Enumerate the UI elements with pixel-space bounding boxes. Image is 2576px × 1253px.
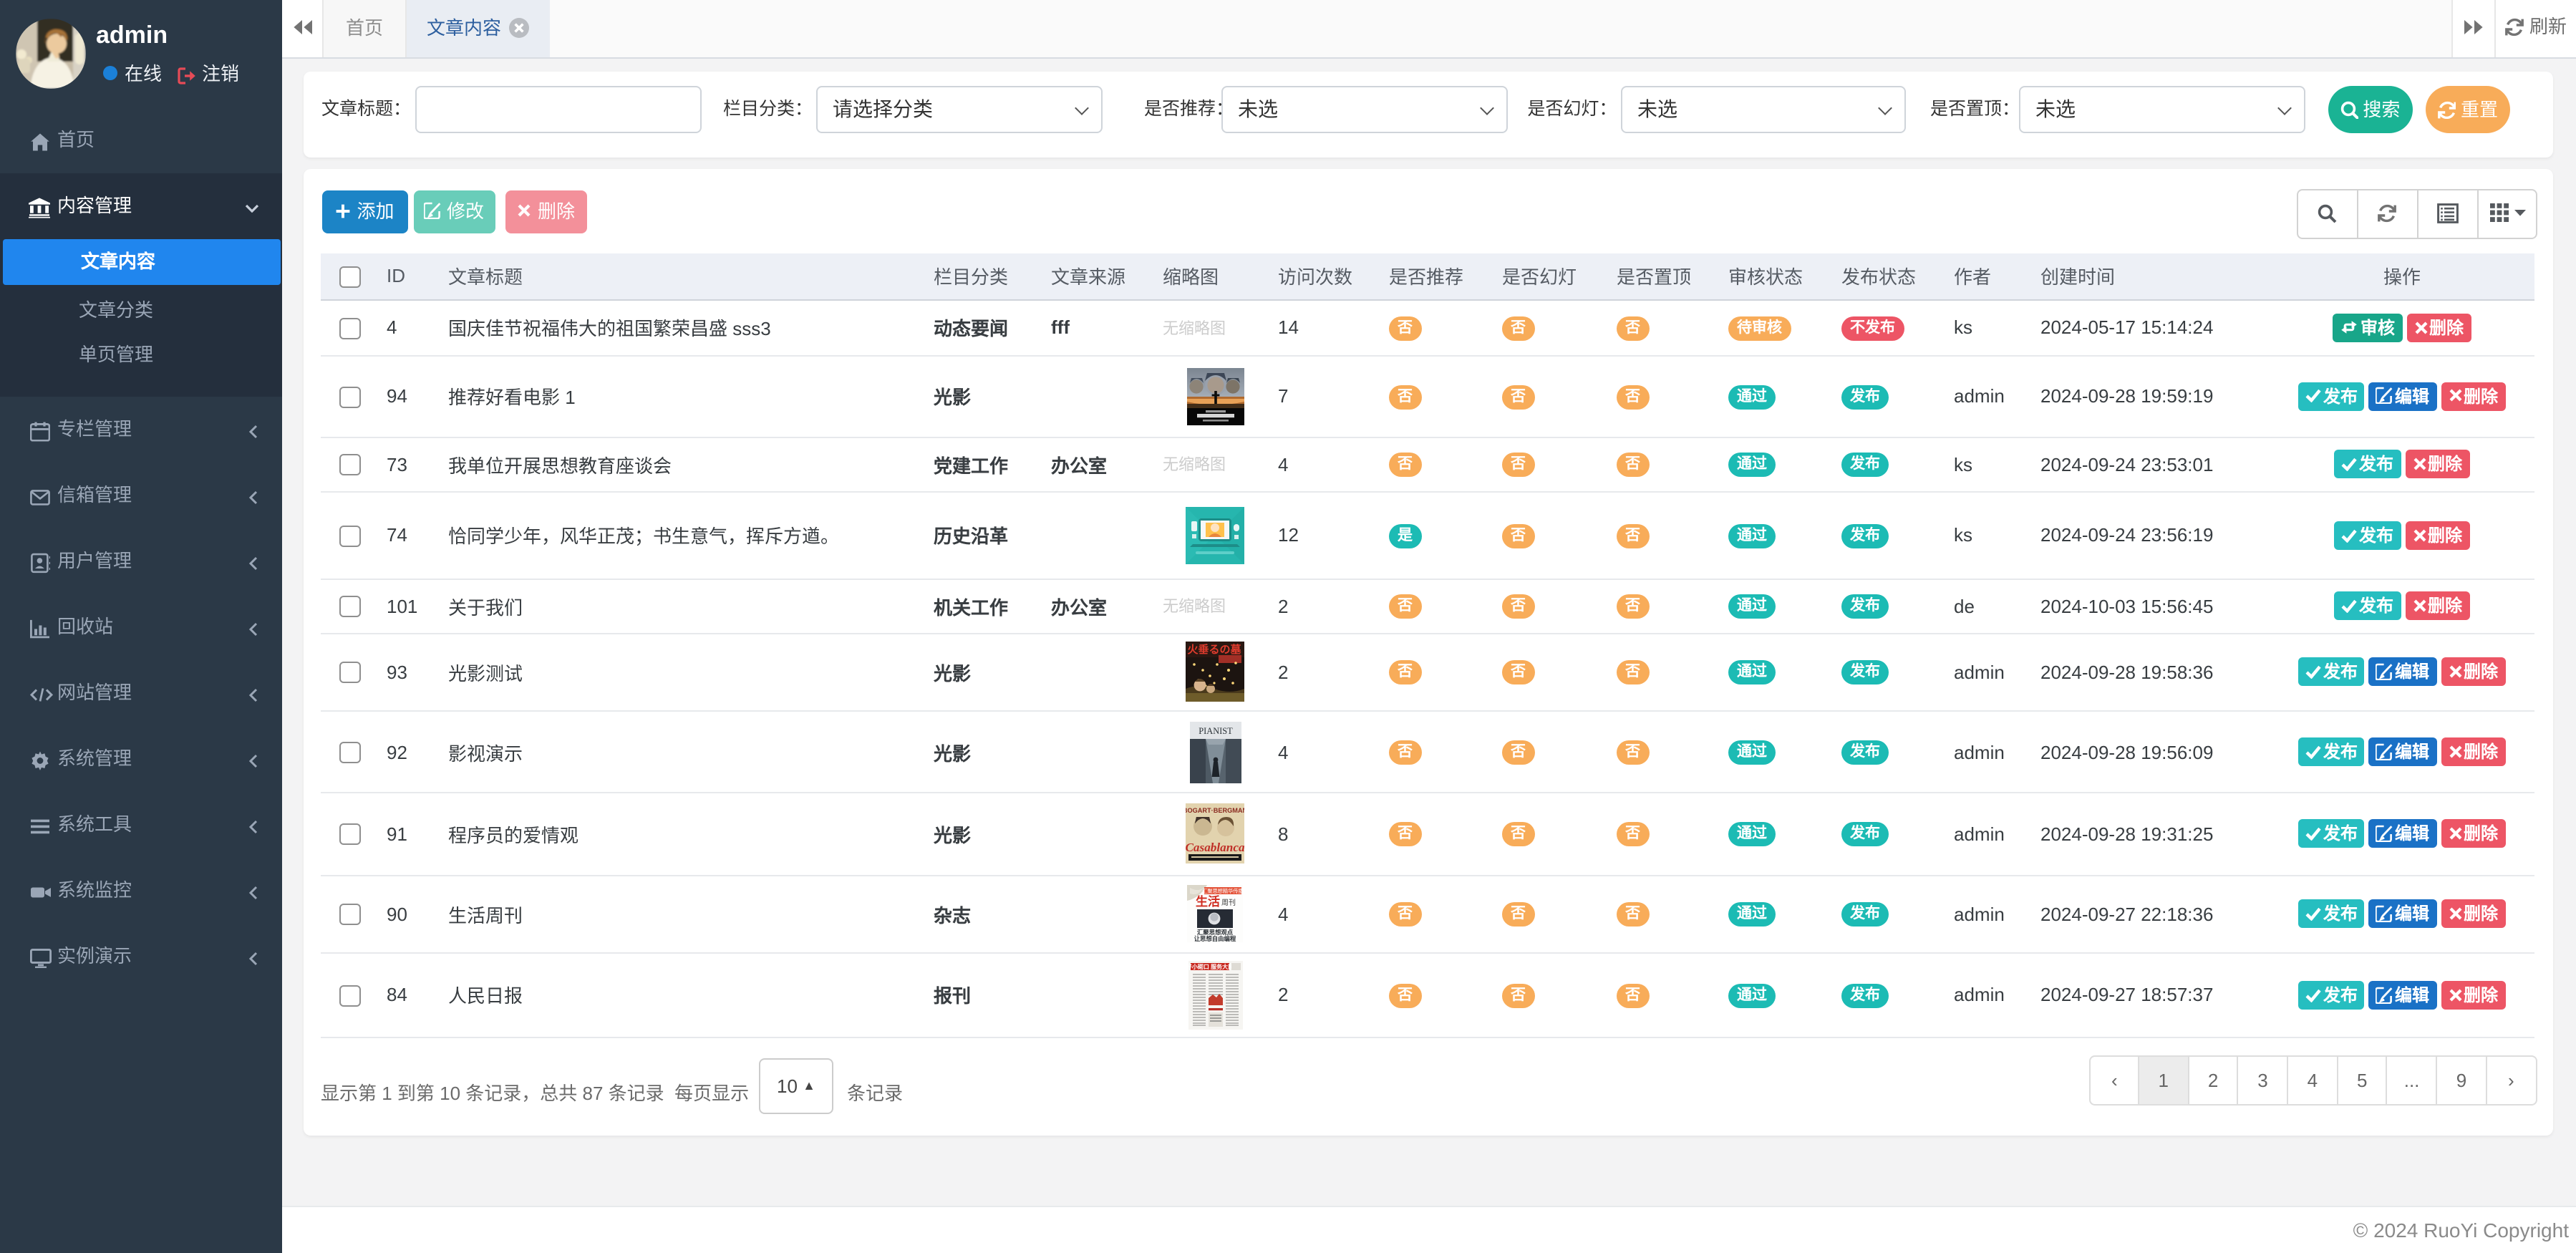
svg-text:Casablanca: Casablanca — [1186, 841, 1244, 855]
svg-text:周刊: 周刊 — [1221, 899, 1236, 908]
svg-text:让思想自由编程: 让思想自由编程 — [1194, 936, 1236, 943]
svg-text:汇聚思想精华传播: 汇聚思想精华传播 — [1202, 889, 1243, 895]
svg-text:BOGART·BERGMAN: BOGART·BERGMAN — [1186, 808, 1244, 815]
svg-text:PIANIST: PIANIST — [1198, 725, 1232, 735]
svg-text:生活: 生活 — [1196, 895, 1220, 909]
svg-text:火垂るの墓: 火垂るの墓 — [1187, 644, 1241, 657]
